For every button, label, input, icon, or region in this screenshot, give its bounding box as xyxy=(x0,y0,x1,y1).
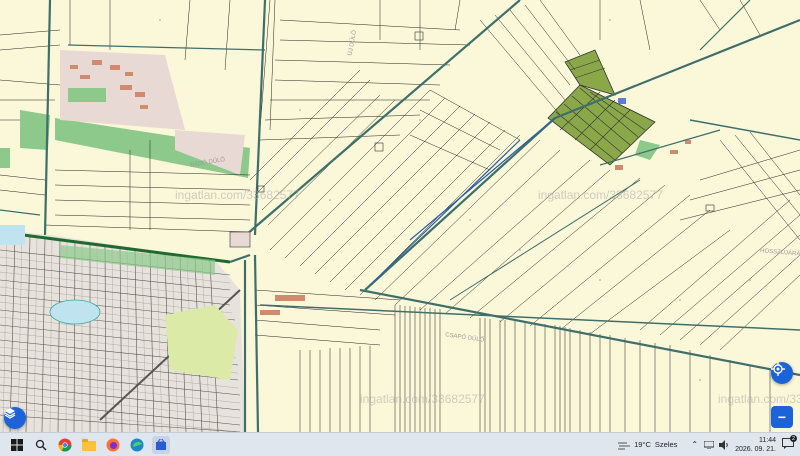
weather-icon xyxy=(618,442,631,449)
layers-button[interactable] xyxy=(4,407,26,429)
locate-icon xyxy=(771,362,785,376)
clock-date: 2026. 09. 21. xyxy=(735,445,776,453)
file-explorer-icon[interactable] xyxy=(80,436,98,454)
search-icon[interactable] xyxy=(32,436,50,454)
lake xyxy=(49,299,101,325)
network-icon[interactable] xyxy=(704,440,715,449)
clock-time: 11:44 xyxy=(759,436,776,444)
zoom-out-button[interactable]: − xyxy=(771,406,793,428)
windows-start-icon[interactable] xyxy=(8,436,26,454)
clock[interactable]: 11:44 2026. 09. 21. xyxy=(735,436,776,454)
weather-temperature[interactable]: 19°C xyxy=(634,440,651,449)
locate-button[interactable] xyxy=(771,362,793,384)
weather-text[interactable]: Szeles xyxy=(655,440,678,449)
volume-icon[interactable] xyxy=(719,439,729,450)
system-tray: 19°C Szeles ⌃ 11:44 2026. 09. 21. 2 xyxy=(617,433,800,456)
firefox-icon[interactable] xyxy=(104,436,122,454)
cadastral-map[interactable]: ingatlan.com/33682577 ingatlan.com/33682… xyxy=(0,0,800,432)
layers-icon xyxy=(4,408,16,419)
chrome-icon[interactable] xyxy=(56,436,74,454)
notification-button[interactable]: 2 xyxy=(782,435,797,451)
chevron-up-icon[interactable]: ⌃ xyxy=(691,440,698,449)
edge-icon[interactable] xyxy=(128,436,146,454)
store-icon[interactable] xyxy=(152,435,170,454)
map-canvas xyxy=(0,0,800,432)
windows-taskbar: 19°C Szeles ⌃ 11:44 2026. 09. 21. 2 xyxy=(0,432,800,456)
notification-badge: 2 xyxy=(790,435,797,442)
